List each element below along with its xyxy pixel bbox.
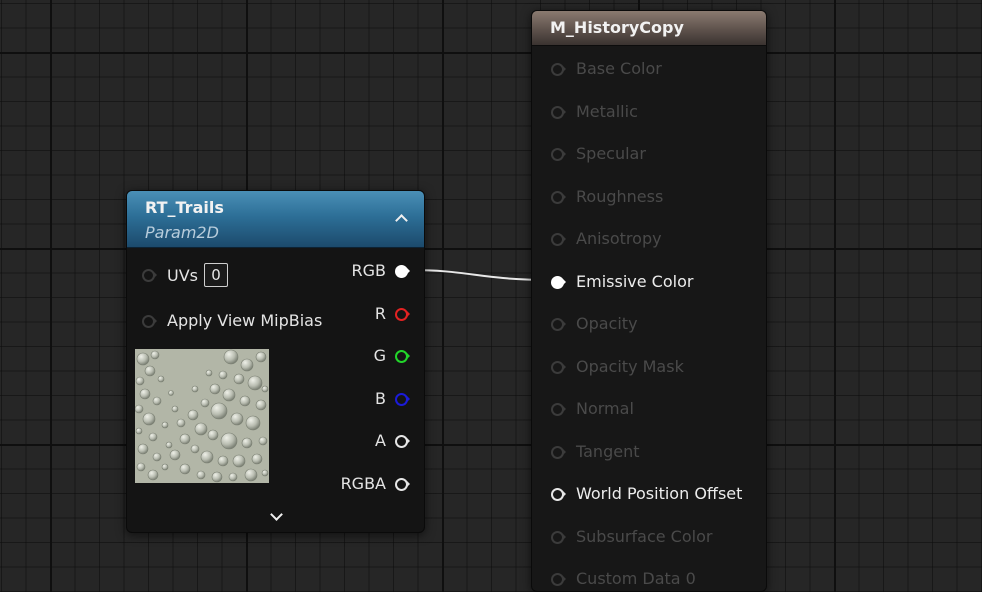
roughness-pin[interactable] <box>550 189 566 205</box>
texture-thumbnail <box>135 349 269 483</box>
anisotropy-label: Anisotropy <box>576 229 662 248</box>
r-output-pin[interactable] <box>394 306 410 322</box>
anisotropy-input-row: Anisotropy <box>550 229 662 248</box>
base-color-label: Base Color <box>576 59 662 78</box>
uvs-input-pin[interactable] <box>141 267 157 283</box>
opacity-input-row: Opacity <box>550 314 638 333</box>
rgba-output-pin[interactable] <box>394 476 410 492</box>
b-output-row: B <box>375 389 410 408</box>
a-output-pin[interactable] <box>394 433 410 449</box>
rgb-output-row: RGB <box>351 261 410 280</box>
custom-data-0-input-row: Custom Data 0 <box>550 569 696 588</box>
rgba-output-row: RGBA <box>341 474 410 493</box>
apply-view-mipbias-pin[interactable] <box>141 313 157 329</box>
normal-input-row: Normal <box>550 399 634 418</box>
tangent-pin[interactable] <box>550 444 566 460</box>
g-output-pin[interactable] <box>394 348 410 364</box>
g-output-label: G <box>373 346 386 365</box>
emissive-color-input-row: Emissive Color <box>550 272 693 291</box>
b-output-label: B <box>375 389 386 408</box>
uvs-label: UVs <box>167 265 198 285</box>
subsurface-color-pin[interactable] <box>550 529 566 545</box>
b-output-pin[interactable] <box>394 391 410 407</box>
rt-trails-node[interactable]: RT_Trails Param2D UVs 0 Apply View MipBi… <box>126 190 425 533</box>
roughness-input-row: Roughness <box>550 187 663 206</box>
opacity-mask-label: Opacity Mask <box>576 357 684 376</box>
r-output-row: R <box>375 304 410 323</box>
opacity-mask-input-row: Opacity Mask <box>550 357 684 376</box>
normal-label: Normal <box>576 399 634 418</box>
apply-view-mipbias-label: Apply View MipBias <box>167 311 323 330</box>
specular-label: Specular <box>576 144 646 163</box>
rt-trails-header[interactable]: RT_Trails Param2D <box>127 191 424 248</box>
tangent-label: Tangent <box>576 442 640 461</box>
a-output-row: A <box>375 431 410 450</box>
tangent-input-row: Tangent <box>550 442 639 461</box>
base-color-pin[interactable] <box>550 61 566 77</box>
normal-pin[interactable] <box>550 401 566 417</box>
uvs-value-field[interactable]: 0 <box>204 263 228 287</box>
r-output-label: R <box>374 304 386 323</box>
rgb-output-label: RGB <box>351 261 387 280</box>
opacity-pin[interactable] <box>550 316 566 332</box>
metallic-label: Metallic <box>576 102 638 121</box>
metallic-pin[interactable] <box>550 104 566 120</box>
rt-trails-subtitle: Param2D <box>145 223 219 242</box>
metallic-input-row: Metallic <box>550 102 638 121</box>
chevron-up-icon[interactable] <box>392 209 412 229</box>
roughness-label: Roughness <box>576 187 664 206</box>
specular-pin[interactable] <box>550 146 566 162</box>
uvs-input-row: UVs 0 <box>141 263 228 287</box>
subsurface-color-label: Subsurface Color <box>576 527 713 546</box>
specular-input-row: Specular <box>550 144 646 163</box>
material-node-title: M_HistoryCopy <box>550 18 684 37</box>
material-node-header[interactable]: M_HistoryCopy <box>532 11 766 46</box>
subsurface-color-input-row: Subsurface Color <box>550 527 712 546</box>
chevron-down-icon[interactable] <box>268 509 286 525</box>
emissive-color-label: Emissive Color <box>576 272 694 291</box>
anisotropy-pin[interactable] <box>550 231 566 247</box>
material-result-node[interactable]: M_HistoryCopy Base Color Metallic Specul… <box>531 10 767 592</box>
rgba-output-label: RGBA <box>340 474 386 493</box>
world-position-offset-label: World Position Offset <box>576 484 743 503</box>
custom-data-0-label: Custom Data 0 <box>576 569 696 588</box>
rt-trails-title: RT_Trails <box>145 198 224 217</box>
opacity-mask-pin[interactable] <box>550 359 566 375</box>
emissive-color-pin[interactable] <box>550 274 566 290</box>
world-position-offset-input-row: World Position Offset <box>550 484 742 503</box>
base-color-input-row: Base Color <box>550 59 662 78</box>
apply-view-mipbias-row: Apply View MipBias <box>141 311 322 330</box>
material-graph-canvas[interactable]: RT_Trails Param2D UVs 0 Apply View MipBi… <box>0 0 982 592</box>
rgb-output-pin[interactable] <box>394 263 410 279</box>
g-output-row: G <box>374 346 410 365</box>
world-position-offset-pin[interactable] <box>550 486 566 502</box>
a-output-label: A <box>375 431 386 450</box>
custom-data-0-pin[interactable] <box>550 571 566 587</box>
opacity-label: Opacity <box>576 314 638 333</box>
